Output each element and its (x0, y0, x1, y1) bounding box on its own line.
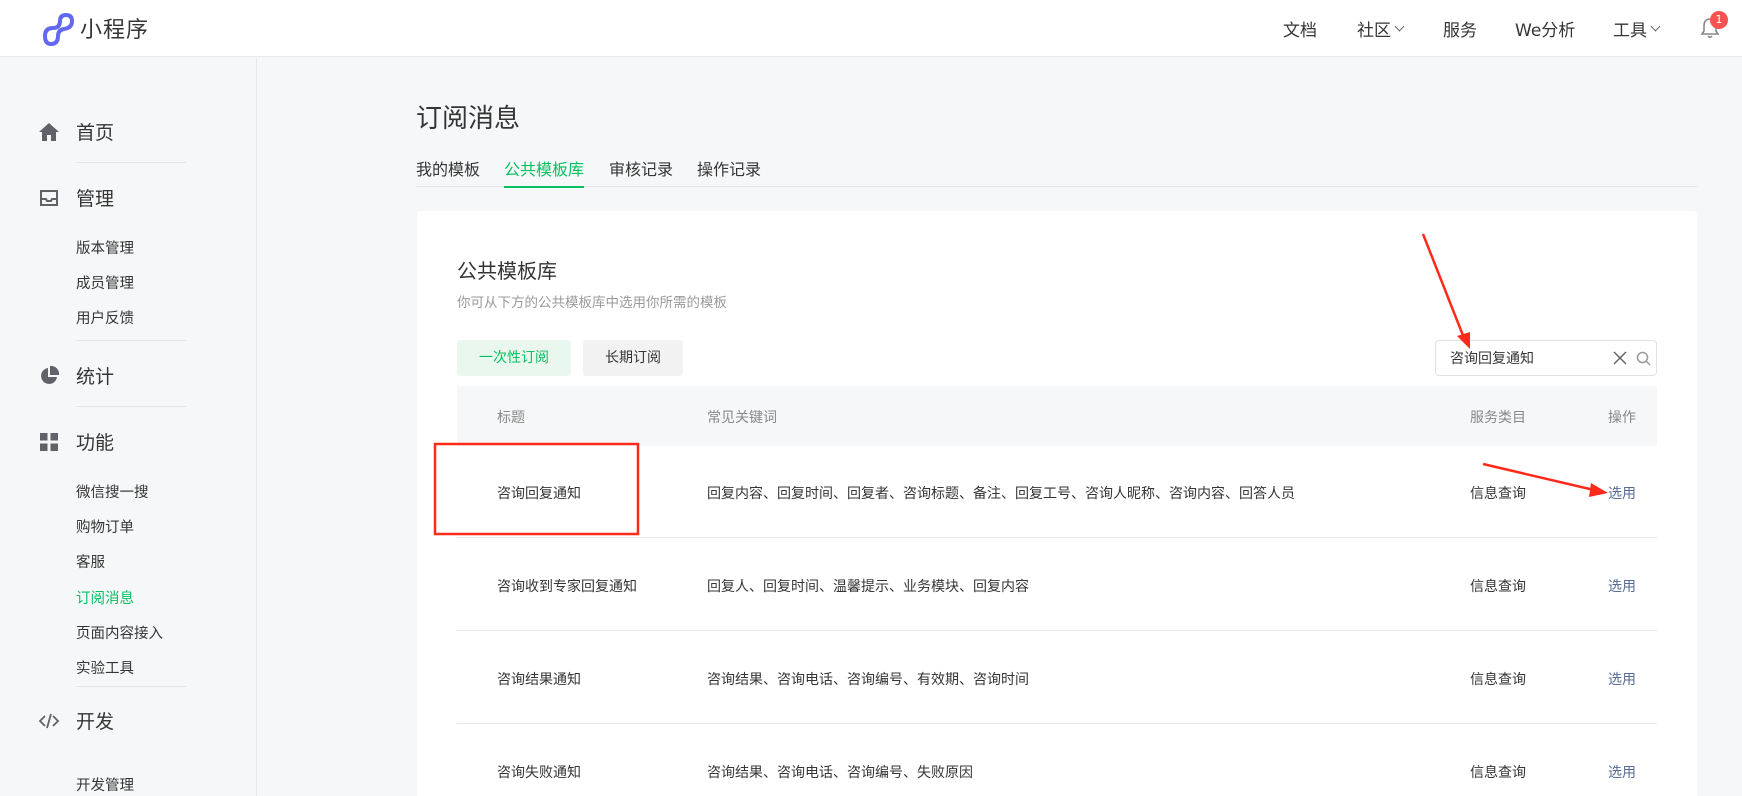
row-title: 咨询收到专家回复通知 (497, 579, 637, 595)
mini-program-logo-icon (42, 12, 74, 46)
nav-docs[interactable]: 文档 (1283, 16, 1317, 41)
nav-we-analysis[interactable]: We分析 (1515, 16, 1575, 41)
sidebar-item-subscribe-messages[interactable]: 订阅消息 (76, 587, 134, 608)
filter-one-time-button[interactable]: 一次性订阅 (457, 340, 571, 376)
sidebar-item-feedback[interactable]: 用户反馈 (76, 307, 134, 328)
sidebar-group-label: 管理 (76, 188, 115, 210)
inbox-icon (40, 189, 58, 206)
filter-long-term-button[interactable]: 长期订阅 (583, 340, 683, 376)
row-category: 信息查询 (1470, 765, 1526, 781)
sidebar-item-version[interactable]: 版本管理 (76, 237, 134, 258)
home-icon (39, 122, 59, 141)
chevron-down-icon (1394, 21, 1405, 31)
grid-icon (40, 432, 58, 451)
row-category: 信息查询 (1470, 672, 1526, 688)
table-row: 咨询回复通知 回复内容、回复时间、回复者、咨询标题、备注、回复工号、咨询人昵称、… (457, 446, 1657, 538)
tab-my-templates[interactable]: 我的模板 (416, 156, 480, 186)
close-icon[interactable] (1613, 351, 1627, 365)
row-category: 信息查询 (1470, 579, 1526, 595)
logo[interactable]: 小程序 (38, 10, 149, 46)
top-bar: 小程序 文档 社区 服务 We分析 工具 1 (0, 0, 1742, 57)
tab-operation-records[interactable]: 操作记录 (697, 156, 761, 186)
sidebar-group-label: 开发 (76, 711, 115, 733)
table-row: 咨询结果通知 咨询结果、咨询电话、咨询编号、有效期、咨询时间 信息查询 选用 (457, 632, 1657, 724)
sidebar-group-label: 首页 (76, 122, 115, 144)
row-title: 咨询结果通知 (497, 672, 581, 688)
column-header-category: 服务类目 (1470, 410, 1526, 426)
nav-community[interactable]: 社区 (1357, 16, 1405, 41)
tab-bar: 我的模板 公共模板库 审核记录 操作记录 (416, 156, 1697, 188)
chevron-down-icon (1650, 21, 1661, 31)
search-icon[interactable] (1636, 351, 1651, 366)
sidebar: 首页 管理 版本管理 成员管理 用户反馈 统计 功能 微信搜一搜 购物订单 客服… (0, 58, 257, 796)
logo-text: 小程序 (80, 18, 150, 43)
sidebar-group-stats[interactable]: 统计 (38, 362, 114, 389)
divider (76, 686, 186, 687)
tab-review-records[interactable]: 审核记录 (609, 156, 673, 186)
nav-tools[interactable]: 工具 (1613, 16, 1661, 41)
code-icon (38, 713, 60, 728)
select-template-link[interactable]: 选用 (1608, 576, 1636, 596)
pie-chart-icon (41, 365, 60, 384)
sidebar-item-orders[interactable]: 购物订单 (76, 516, 134, 537)
page-title: 订阅消息 (416, 104, 521, 134)
sidebar-item-wechat-search[interactable]: 微信搜一搜 (76, 481, 149, 502)
sidebar-item-experiment-tools[interactable]: 实验工具 (76, 657, 134, 678)
row-keywords: 咨询结果、咨询电话、咨询编号、有效期、咨询时间 (707, 672, 1029, 688)
select-template-link[interactable]: 选用 (1608, 669, 1636, 689)
sidebar-group-manage[interactable]: 管理 (38, 184, 114, 211)
sidebar-group-label: 功能 (76, 432, 115, 454)
sidebar-item-page-content[interactable]: 页面内容接入 (76, 622, 163, 643)
column-header-action: 操作 (1608, 410, 1636, 426)
notification-badge: 1 (1710, 11, 1728, 29)
select-template-link[interactable]: 选用 (1608, 483, 1636, 503)
nav-we-analysis-label: We分析 (1515, 21, 1576, 41)
sidebar-group-develop[interactable]: 开发 (38, 707, 114, 734)
row-title: 咨询失败通知 (497, 765, 581, 781)
nav-tools-label: 工具 (1613, 21, 1647, 41)
divider (76, 406, 186, 407)
row-keywords: 回复内容、回复时间、回复者、咨询标题、备注、回复工号、咨询人昵称、咨询内容、回答… (707, 486, 1295, 502)
tab-public-library[interactable]: 公共模板库 (504, 156, 585, 188)
column-header-title: 标题 (497, 410, 525, 426)
card-description: 你可从下方的公共模板库中选用你所需的模板 (457, 295, 727, 311)
sidebar-item-dev-management[interactable]: 开发管理 (76, 774, 134, 795)
row-category: 信息查询 (1470, 486, 1526, 502)
nav-docs-label: 文档 (1283, 21, 1317, 41)
table-row: 咨询收到专家回复通知 回复人、回复时间、温馨提示、业务模块、回复内容 信息查询 … (457, 539, 1657, 631)
template-library-card: 公共模板库 你可从下方的公共模板库中选用你所需的模板 一次性订阅 长期订阅 标题… (417, 211, 1697, 796)
divider (76, 162, 186, 163)
select-template-link[interactable]: 选用 (1608, 762, 1636, 782)
nav-services-label: 服务 (1443, 21, 1477, 41)
sidebar-group-home[interactable]: 首页 (38, 118, 114, 145)
nav-services[interactable]: 服务 (1443, 16, 1477, 41)
table-header: 标题 常见关键词 服务类目 操作 (457, 386, 1657, 446)
column-header-keywords: 常见关键词 (707, 410, 777, 426)
sidebar-group-features[interactable]: 功能 (38, 428, 114, 455)
search-box (1435, 340, 1657, 376)
row-keywords: 咨询结果、咨询电话、咨询编号、失败原因 (707, 765, 973, 781)
sidebar-group-label: 统计 (76, 366, 115, 388)
row-title: 咨询回复通知 (497, 486, 581, 502)
card-title: 公共模板库 (457, 259, 557, 283)
sidebar-item-members[interactable]: 成员管理 (76, 272, 134, 293)
row-keywords: 回复人、回复时间、温馨提示、业务模块、回复内容 (707, 579, 1029, 595)
sidebar-item-customer-service[interactable]: 客服 (76, 551, 105, 572)
search-input[interactable] (1450, 341, 1600, 375)
table-row: 咨询失败通知 咨询结果、咨询电话、咨询编号、失败原因 信息查询 选用 (457, 725, 1657, 796)
divider (76, 340, 186, 341)
nav-community-label: 社区 (1357, 21, 1391, 41)
